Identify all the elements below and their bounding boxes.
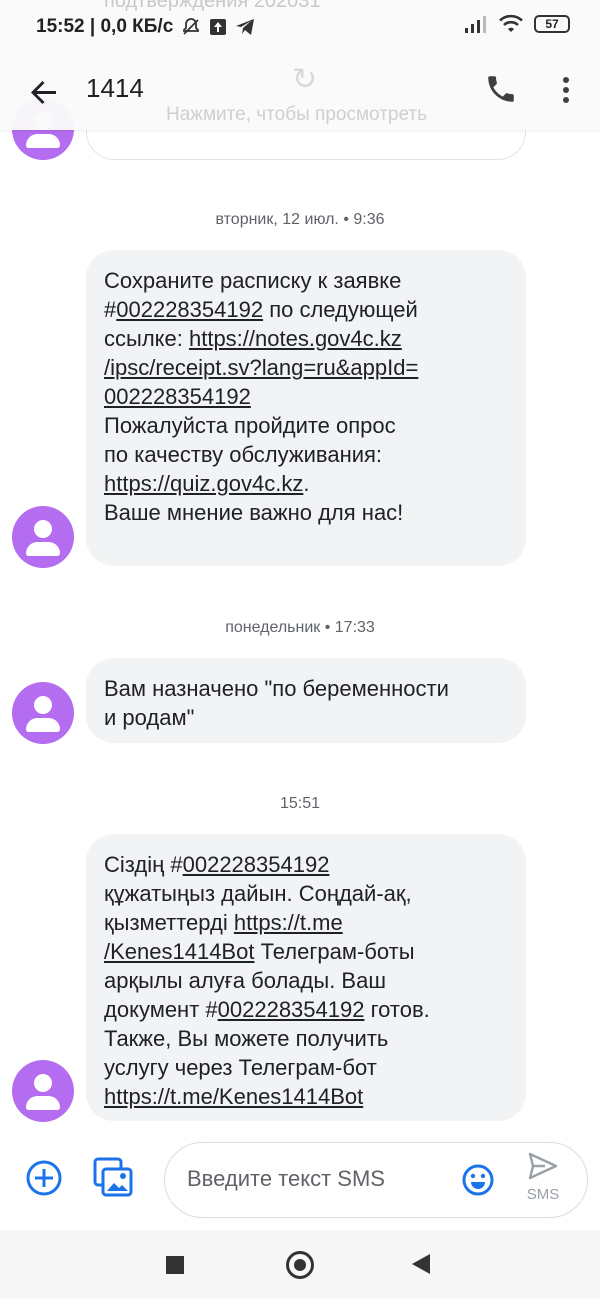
message-text: арқылы алуға болады. Ваш <box>104 968 386 993</box>
upload-icon <box>210 19 227 35</box>
message-link[interactable]: https://notes.gov4c.kz <box>189 326 402 351</box>
message-text: по следующей <box>263 297 418 322</box>
message-text: документ # <box>104 997 218 1022</box>
message-text: қызметтерді <box>104 910 234 935</box>
message-text: по качеству обслуживания: <box>104 442 383 467</box>
sender-avatar[interactable] <box>12 1060 74 1122</box>
call-button[interactable] <box>484 72 518 106</box>
add-circle-icon <box>26 1160 62 1196</box>
status-left: 15:52 | 0,0 КБ/с <box>36 16 255 38</box>
status-right: 57 <box>464 14 570 34</box>
status-time-speed: 15:52 | 0,0 КБ/с <box>36 16 174 37</box>
status-bar: подтверждения 202031 15:52 | 0,0 КБ/с 57 <box>0 0 600 56</box>
message-line: Также, Вы можете получить <box>104 1024 508 1053</box>
battery-indicator: 57 <box>534 15 570 33</box>
mute-bell-icon <box>183 18 200 35</box>
back-button[interactable] <box>26 74 62 110</box>
message-line: Ваше мнение важно для нас! <box>104 498 508 527</box>
message-line: құжатыңыз дайын. Соңдай-ақ, <box>104 879 508 908</box>
sender-avatar[interactable] <box>12 682 74 744</box>
arrow-back-icon <box>31 81 56 104</box>
refresh-icon: ↻ <box>292 63 318 96</box>
message-line: https://quiz.gov4c.kz. <box>104 469 508 498</box>
tap-to-view-ghost-text: Нажмите, чтобы просмотреть <box>166 104 427 125</box>
message-line: ссылке: https://notes.gov4c.kz <box>104 324 508 353</box>
message-timestamp: 15:51 <box>279 795 321 812</box>
send-sms-button[interactable]: SMS <box>521 1151 565 1207</box>
message-text: готов. <box>364 997 430 1022</box>
message-link[interactable]: 002228354192 <box>218 997 365 1022</box>
message-text: Пожалуйста пройдите опрос <box>104 413 396 438</box>
message-text: услугу через Телеграм-бот <box>104 1055 377 1080</box>
message-link[interactable]: /ipsc/receipt.sv?lang=ru&appId= <box>104 355 418 380</box>
message-text: құжатыңыз дайын. Соңдай-ақ, <box>104 881 412 906</box>
message-bubble[interactable]: Вам назначено "по беременности и родам" <box>86 658 526 743</box>
conversation-title: 1414 <box>86 73 144 103</box>
more-vert-icon <box>563 77 569 103</box>
emoji-button[interactable] <box>461 1163 495 1197</box>
recent-apps-button[interactable] <box>166 1256 184 1274</box>
message-text: Сіздің # <box>104 852 183 877</box>
wifi-icon <box>499 14 523 32</box>
add-attachment-button[interactable] <box>24 1158 64 1198</box>
message-line: /ipsc/receipt.sv?lang=ru&appId= <box>104 353 508 382</box>
message-line: документ #002228354192 готов. <box>104 995 508 1024</box>
previous-message-ghost-text: подтверждения 202031 <box>104 0 321 12</box>
message-line: и родам" <box>104 703 508 732</box>
home-button[interactable] <box>286 1251 314 1279</box>
message-link[interactable]: /Kenes1414Bot <box>104 939 254 964</box>
message-line: арқылы алуға болады. Ваш <box>104 966 508 995</box>
message-text: Телеграм-боты <box>254 939 415 964</box>
send-label: SMS <box>526 1186 560 1203</box>
message-line: #002228354192 по следующей <box>104 295 508 324</box>
message-link[interactable]: https://t.me <box>234 910 343 935</box>
signal-icon <box>465 16 486 33</box>
message-link[interactable]: 002228354192 <box>183 852 330 877</box>
message-text: # <box>104 297 117 322</box>
message-bubble[interactable]: Сіздің #002228354192 құжатыңыз дайын. Соң… <box>86 834 526 1121</box>
sms-input-box[interactable]: Введите текст SMS SMS <box>164 1142 588 1218</box>
message-link[interactable]: 002228354192 <box>104 384 251 409</box>
message-line: /Kenes1414Bot Телеграм-боты <box>104 937 508 966</box>
sms-input-placeholder[interactable]: Введите текст SMS <box>187 1166 385 1192</box>
message-bubble[interactable]: Сохраните расписку к заявке #002228354192… <box>86 250 526 566</box>
message-text: Ваше мнение важно для нас! <box>104 500 404 525</box>
message-line: по качеству обслуживания: <box>104 440 508 469</box>
message-text: Вам назначено "по беременности <box>104 676 449 701</box>
app-bar: ↻ Нажмите, чтобы просмотреть 1414 <box>0 56 600 130</box>
photo-gallery-icon <box>93 1157 133 1197</box>
message-line: услугу через Телеграм-бот <box>104 1053 508 1082</box>
message-timestamp: вторник, 12 июл. • 9:36 <box>215 211 385 228</box>
message-line: 002228354192 <box>104 382 508 411</box>
message-line: қызметтерді https://t.me <box>104 908 508 937</box>
message-text: ссылке: <box>104 326 189 351</box>
send-icon <box>528 1152 558 1180</box>
message-link[interactable]: https://t.me/Kenes1414Bot <box>104 1084 363 1109</box>
message-line: Сохраните расписку к заявке <box>104 266 508 295</box>
message-line: Пожалуйста пройдите опрос <box>104 411 508 440</box>
gallery-button[interactable] <box>92 1156 134 1200</box>
system-nav-bar <box>0 1230 600 1299</box>
status-icons <box>181 17 255 37</box>
message-text: Сохраните расписку к заявке <box>104 268 402 293</box>
more-options-button[interactable] <box>552 72 580 108</box>
nav-back-button[interactable] <box>412 1254 430 1274</box>
message-text: Также, Вы можете получить <box>104 1026 389 1051</box>
message-link[interactable]: 002228354192 <box>116 297 263 322</box>
message-timestamp: понедельник • 17:33 <box>225 619 375 636</box>
message-line: Вам назначено "по беременности <box>104 674 508 703</box>
emoji-icon <box>462 1164 494 1196</box>
message-link[interactable]: https://quiz.gov4c.kz <box>104 471 303 496</box>
compose-bar: Введите текст SMS SMS <box>0 1130 600 1226</box>
phone-icon <box>488 76 514 102</box>
message-line: Сіздің #002228354192 <box>104 850 508 879</box>
telegram-icon <box>236 19 255 35</box>
message-text: и родам" <box>104 705 195 730</box>
sender-avatar[interactable] <box>12 506 74 568</box>
message-line: https://t.me/Kenes1414Bot <box>104 1082 508 1111</box>
message-text: . <box>303 471 310 496</box>
